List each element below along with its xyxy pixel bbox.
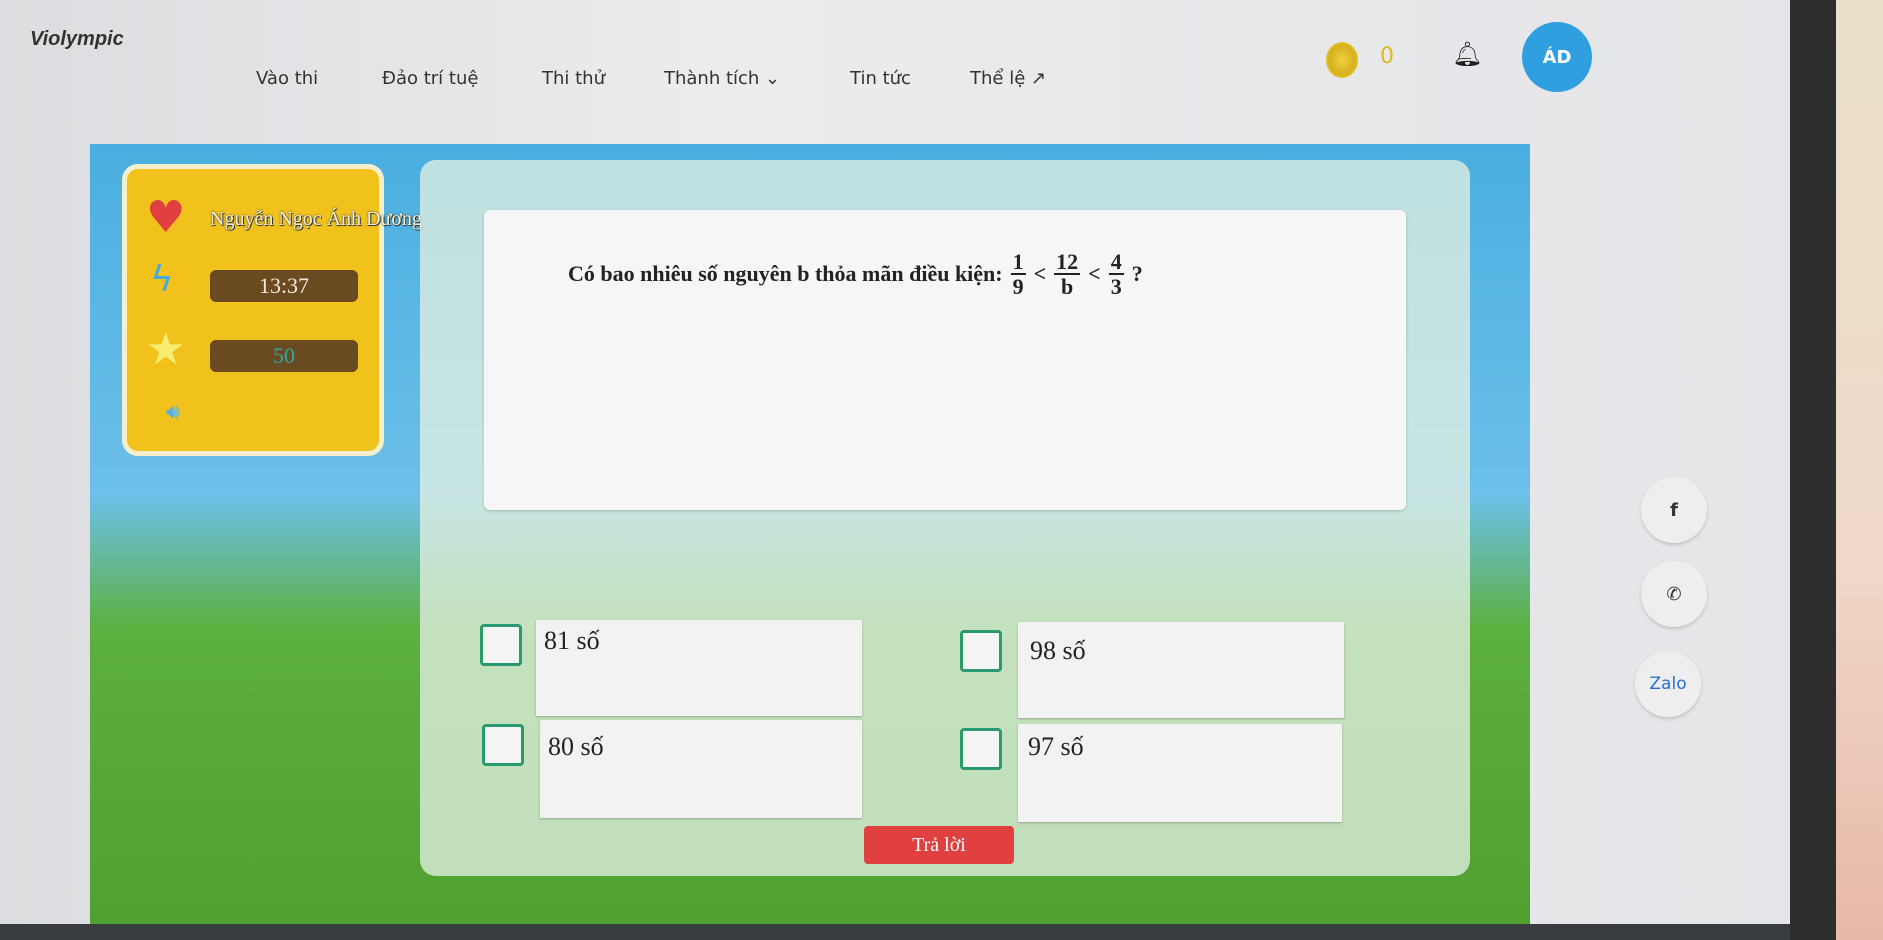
nav-dao-tri-tue[interactable]: Đảo trí tuệ (382, 68, 478, 89)
nav-tin-tuc[interactable]: Tin tức (850, 68, 911, 89)
answer-checkbox-2[interactable] (960, 630, 1002, 672)
nav-the-le[interactable]: Thể lệ ↗ (970, 68, 1046, 89)
denominator: 9 (1012, 274, 1024, 300)
facebook-button[interactable]: f (1641, 477, 1707, 543)
fraction: 43 (1108, 249, 1124, 300)
answer-checkbox-1[interactable] (480, 624, 522, 666)
avatar[interactable]: ÁD (1522, 22, 1592, 92)
zalo-button[interactable]: Zalo (1635, 651, 1701, 717)
denominator: b (1061, 274, 1074, 300)
heart-icon: ♥ (146, 192, 186, 243)
nav-thi-thu[interactable]: Thi thử (542, 68, 605, 89)
question-prompt: Có bao nhiêu số nguyên b thỏa mãn điều k… (568, 261, 1003, 287)
fraction: 12 b (1054, 249, 1081, 300)
answer-label-4: 97 số (1028, 732, 1084, 761)
coin-count: 0 (1380, 44, 1394, 69)
numerator: 1 (1010, 249, 1026, 276)
answer-label-1: 81 số (544, 626, 600, 655)
answer-label-2: 98 số (1030, 636, 1086, 665)
background (1836, 0, 1883, 940)
logo[interactable]: Violympic (30, 28, 124, 51)
score: 50 (210, 340, 358, 372)
question-text: Có bao nhiêu số nguyên b thỏa mãn điều k… (568, 250, 1143, 298)
player-name: Nguyễn Ngọc Ánh Dương (210, 208, 422, 230)
bell-icon[interactable]: 🔔︎ (1452, 40, 1482, 68)
numerator: 4 (1108, 249, 1124, 276)
answer-label-3: 80 số (548, 732, 604, 761)
monitor-bezel (1790, 0, 1836, 940)
less-than: < (1088, 261, 1101, 287)
denominator: 3 (1110, 274, 1122, 300)
star-icon: ★ (146, 324, 186, 375)
less-than: < (1033, 261, 1047, 287)
speaker-icon[interactable]: 🔊︎ (166, 400, 180, 425)
nav-thanh-tich[interactable]: Thành tích ⌄ (664, 68, 780, 89)
lightning-icon: ϟ (150, 259, 174, 300)
fraction: 19 (1010, 249, 1026, 300)
answer-checkbox-4[interactable] (960, 728, 1002, 770)
nav-vao-thi[interactable]: Vào thi (256, 68, 318, 89)
answer-checkbox-3[interactable] (482, 724, 524, 766)
question-mark: ? (1131, 261, 1143, 287)
phone-button[interactable]: ✆ (1641, 561, 1707, 627)
timer: 13:37 (210, 270, 358, 302)
taskbar (0, 924, 1790, 940)
submit-button[interactable]: Trả lời (864, 826, 1014, 864)
coin-icon (1326, 42, 1358, 78)
numerator: 12 (1054, 249, 1081, 276)
